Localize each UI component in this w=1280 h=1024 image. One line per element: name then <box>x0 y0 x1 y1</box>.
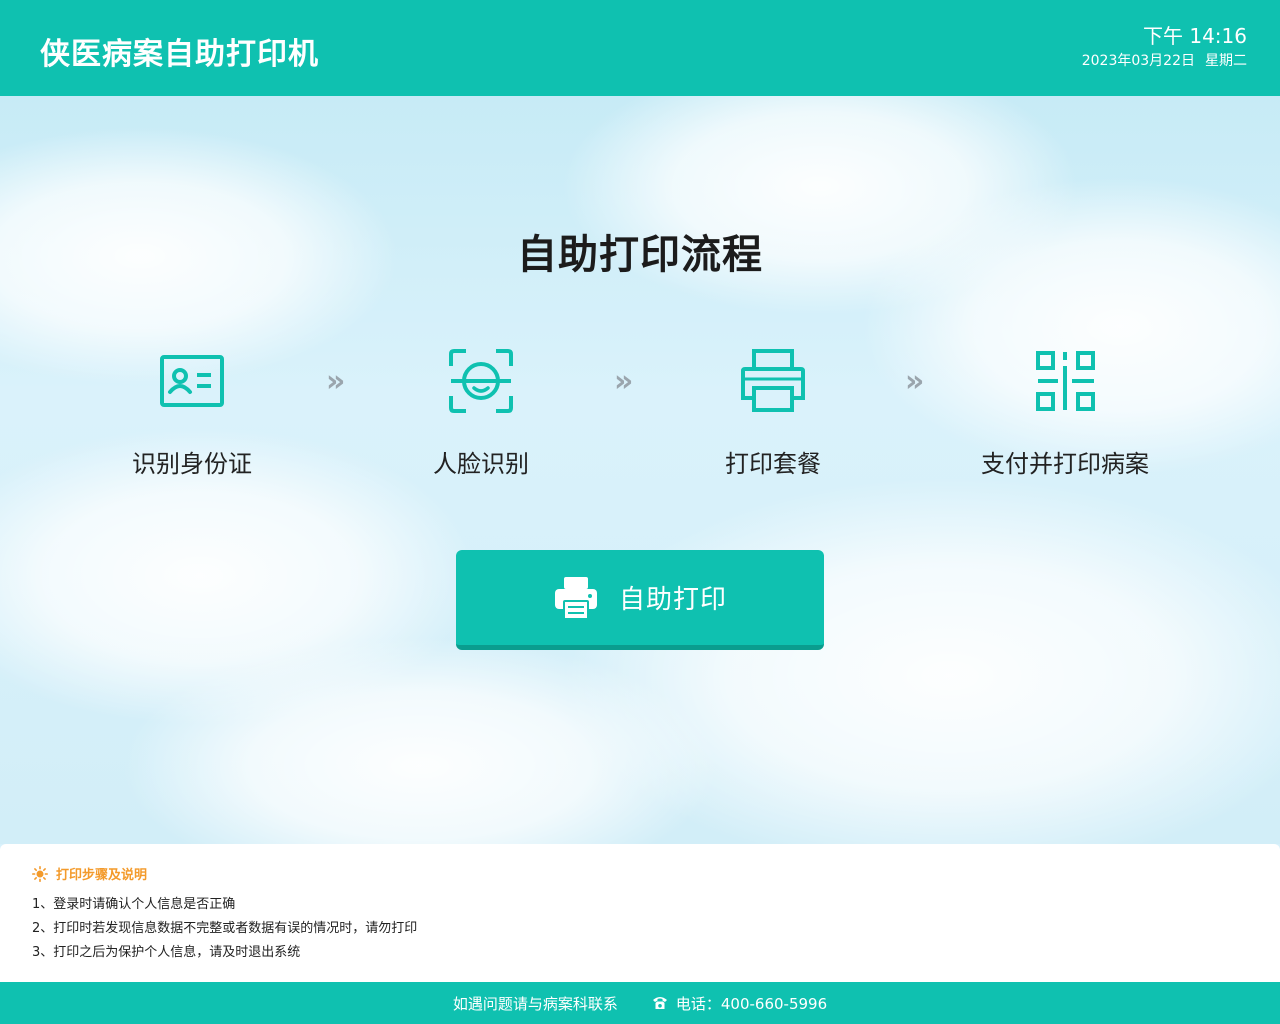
step-arrow-icon: » <box>614 364 634 399</box>
qr-code-icon <box>1036 351 1095 411</box>
self-print-button-label: 自助打印 <box>618 585 727 615</box>
phone-icon <box>652 997 667 1009</box>
footer-phone-text: 电话：400-660-5996 <box>675 994 828 1013</box>
step-id-card: 识别身份证 <box>72 346 312 479</box>
date-text: 2023年03月22日 <box>1081 53 1195 69</box>
step-label: 人脸识别 <box>433 450 529 478</box>
instructions-title: 打印步骤及说明 <box>32 864 147 883</box>
step-label: 识别身份证 <box>132 450 252 478</box>
step-pay-and-print: 支付并打印病案 <box>945 346 1185 479</box>
printer-icon <box>741 349 805 412</box>
app-header: 侠医病案自助打印机 下午 14:16 2023年03月22日 星期二 <box>0 0 1280 96</box>
step-arrow-icon: » <box>905 364 925 399</box>
sun-icon <box>32 865 48 882</box>
footer-contact-text: 如遇问题请与病案科联系 <box>452 994 618 1013</box>
list-item: 1、登录时请确认个人信息是否正确 <box>32 897 236 912</box>
clock-date: 2023年03月22日 星期二 <box>1082 51 1247 71</box>
weekday-text: 星期二 <box>1205 53 1247 69</box>
step-face-recognition: 人脸识别 <box>361 346 601 479</box>
footer: 如遇问题请与病案科联系 电话：400-660-5996 <box>0 982 1280 1024</box>
step-print-package: 打印套餐 <box>653 346 893 479</box>
footer-phone: 电话：400-660-5996 <box>652 993 827 1014</box>
step-arrow-icon: » <box>326 364 346 399</box>
flow-title: 自助打印流程 <box>517 232 763 278</box>
clock: 下午 14:16 2023年03月22日 星期二 <box>1082 24 1247 71</box>
printer-icon <box>554 576 597 620</box>
list-item: 2、打印时若发现信息数据不完整或者数据有误的情况时，请勿打印 <box>32 921 418 936</box>
app-title: 侠医病案自助打印机 <box>40 37 319 72</box>
instructions-panel: 打印步骤及说明 1、登录时请确认个人信息是否正确 2、打印时若发现信息数据不完整… <box>0 844 1280 982</box>
instructions-title-text: 打印步骤及说明 <box>56 868 148 883</box>
clock-time: 下午 14:16 <box>1143 24 1247 48</box>
main-area: 自助打印流程 识别身份证 » 人脸识别 » 打印套餐 » 支付并打印病案 自助打… <box>0 96 1280 844</box>
face-scan-icon <box>449 349 513 413</box>
step-label: 支付并打印病案 <box>981 450 1149 478</box>
list-item: 3、打印之后为保护个人信息，请及时退出系统 <box>32 945 301 960</box>
self-print-button[interactable]: 自助打印 <box>456 550 824 650</box>
instructions-list: 1、登录时请确认个人信息是否正确 2、打印时若发现信息数据不完整或者数据有误的情… <box>32 893 417 965</box>
step-label: 打印套餐 <box>725 450 821 478</box>
id-card-icon <box>160 355 224 407</box>
